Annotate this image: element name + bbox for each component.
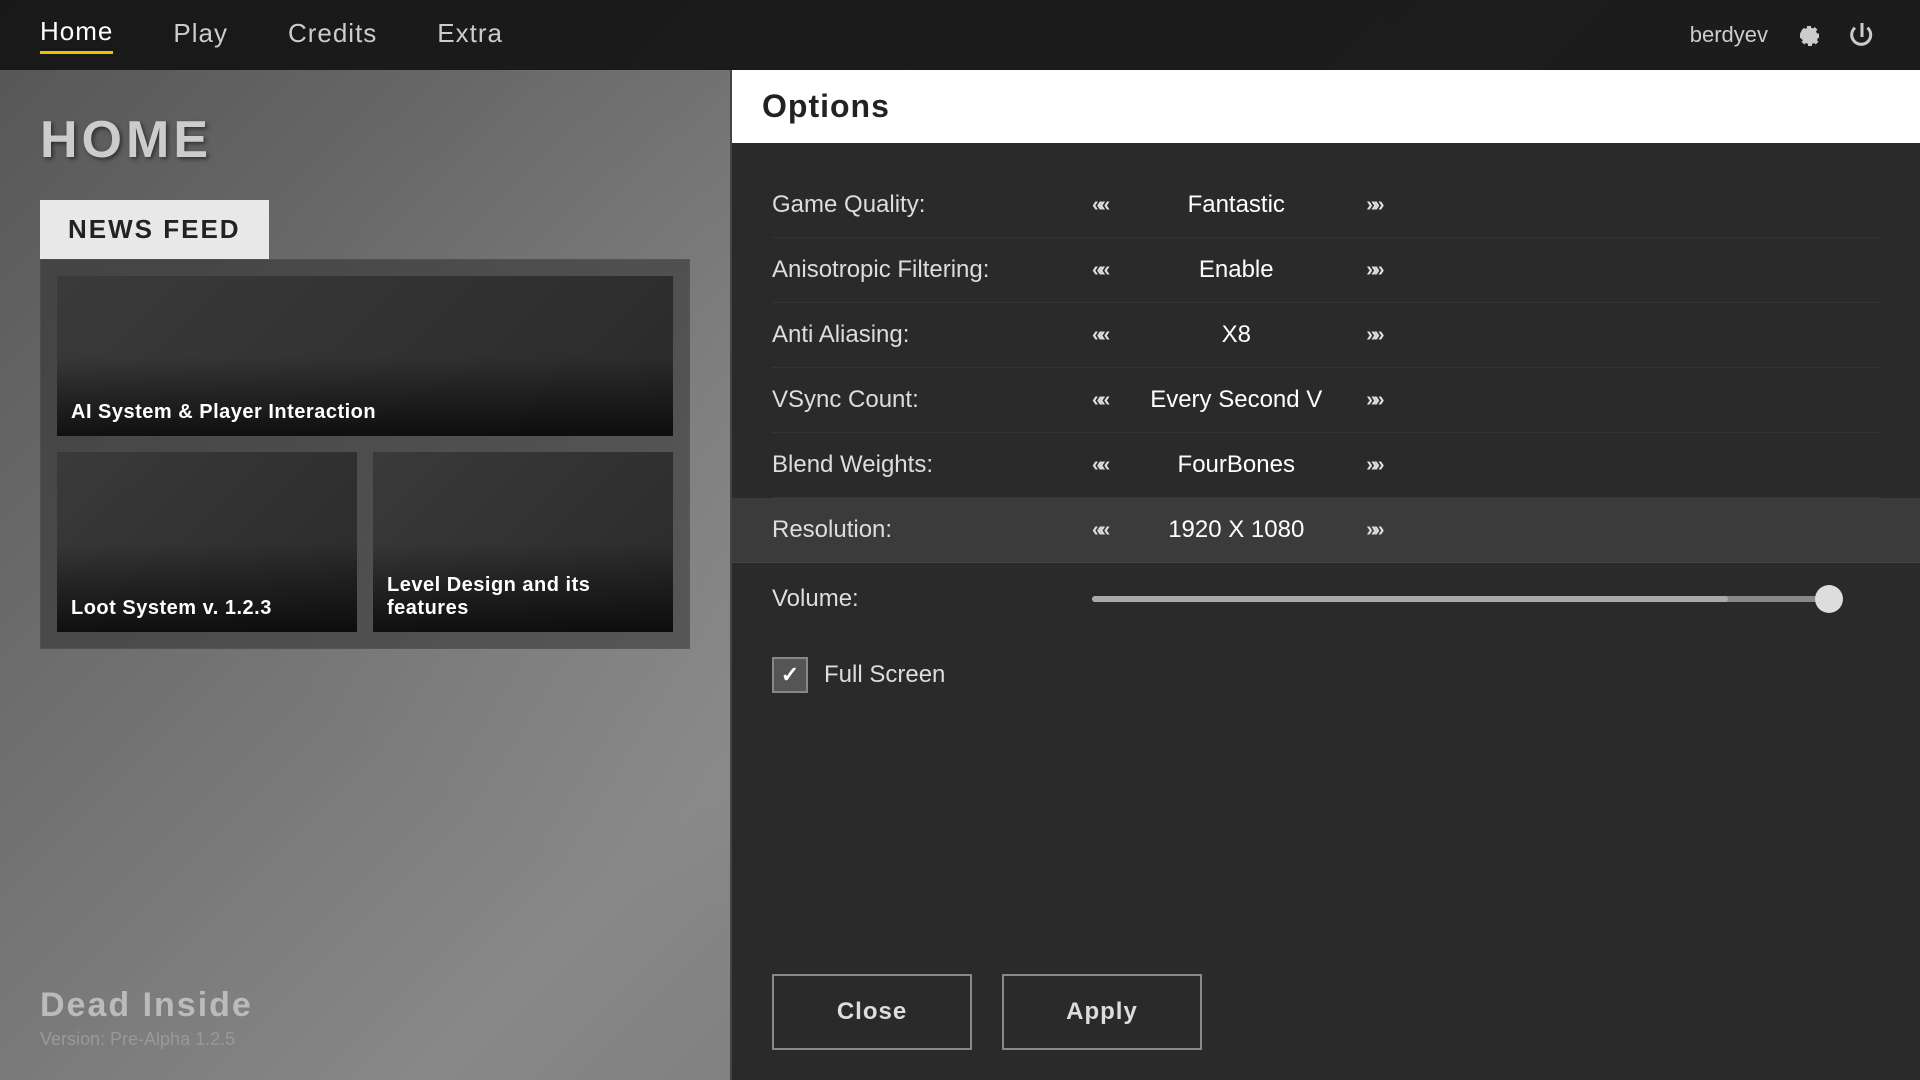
anti-alias-prev[interactable]: «« <box>1092 324 1106 347</box>
aniso-control: «« Enable »» <box>1092 256 1880 284</box>
main-content: HOME NEWS FEED AI System & Player Intera… <box>0 70 1920 1080</box>
volume-slider-container <box>1092 596 1880 602</box>
game-title: Dead Inside <box>40 986 253 1025</box>
option-volume: Volume: <box>772 563 1880 635</box>
aniso-value: Enable <box>1136 256 1336 284</box>
news-feed-container: AI System & Player Interaction Loot Syst… <box>40 259 690 649</box>
news-item-large[interactable]: AI System & Player Interaction <box>57 276 673 436</box>
blend-weights-label: Blend Weights: <box>772 451 1092 479</box>
blend-weights-control: «« FourBones »» <box>1092 451 1880 479</box>
blend-weights-next[interactable]: »» <box>1366 454 1380 477</box>
settings-icon[interactable] <box>1788 17 1824 53</box>
fullscreen-checkbox[interactable]: ✓ <box>772 657 808 693</box>
left-panel: HOME NEWS FEED AI System & Player Intera… <box>0 70 730 1080</box>
nav-item-play[interactable]: Play <box>173 18 228 53</box>
game-quality-next[interactable]: »» <box>1366 194 1380 217</box>
nav-items: Home Play Credits Extra <box>40 16 1690 54</box>
game-quality-value: Fantastic <box>1136 191 1336 219</box>
anti-alias-next[interactable]: »» <box>1366 324 1380 347</box>
navbar: Home Play Credits Extra berdyev <box>0 0 1920 70</box>
options-panel: Options Game Quality: «« Fantastic »» An… <box>730 70 1920 1080</box>
fullscreen-label: Full Screen <box>824 661 945 689</box>
resolution-control: «« 1920 X 1080 »» <box>1092 516 1880 544</box>
anti-alias-value: X8 <box>1136 321 1336 349</box>
resolution-prev[interactable]: «« <box>1092 519 1106 542</box>
news-item-small-1[interactable]: Loot System v. 1.2.3 <box>57 452 357 632</box>
news-small-2-title: Level Design and its features <box>387 574 673 620</box>
game-quality-prev[interactable]: «« <box>1092 194 1106 217</box>
game-quality-control: «« Fantastic »» <box>1092 191 1880 219</box>
anti-alias-label: Anti Aliasing: <box>772 321 1092 349</box>
checkmark-icon: ✓ <box>781 662 799 688</box>
apply-button[interactable]: Apply <box>1002 974 1202 1050</box>
aniso-prev[interactable]: «« <box>1092 259 1106 282</box>
aniso-next[interactable]: »» <box>1366 259 1380 282</box>
anti-alias-control: «« X8 »» <box>1092 321 1880 349</box>
game-quality-label: Game Quality: <box>772 191 1092 219</box>
news-small-1-title: Loot System v. 1.2.3 <box>71 597 272 620</box>
vsync-value: Every Second V <box>1136 386 1336 414</box>
nav-right: berdyev <box>1690 17 1880 53</box>
vsync-control: «« Every Second V »» <box>1092 386 1880 414</box>
nav-item-extra[interactable]: Extra <box>437 18 503 53</box>
volume-fill <box>1092 596 1728 602</box>
resolution-next[interactable]: »» <box>1366 519 1380 542</box>
option-blend-weights: Blend Weights: «« FourBones »» <box>772 433 1880 498</box>
options-footer: Close Apply <box>732 944 1920 1080</box>
option-resolution: Resolution: «« 1920 X 1080 »» <box>732 498 1920 563</box>
vsync-next[interactable]: »» <box>1366 389 1380 412</box>
close-button[interactable]: Close <box>772 974 972 1050</box>
option-anti-alias: Anti Aliasing: «« X8 »» <box>772 303 1880 368</box>
blend-weights-value: FourBones <box>1136 451 1336 479</box>
volume-label: Volume: <box>772 585 1092 613</box>
option-fullscreen: ✓ Full Screen <box>772 635 1880 715</box>
news-feed-tab[interactable]: NEWS FEED <box>40 200 269 259</box>
options-body: Game Quality: «« Fantastic »» Anisotropi… <box>732 143 1920 944</box>
options-title: Options <box>732 70 1920 143</box>
news-row: Loot System v. 1.2.3 Level Design and it… <box>57 452 673 632</box>
volume-track[interactable] <box>1092 596 1840 602</box>
vsync-label: VSync Count: <box>772 386 1092 414</box>
resolution-label: Resolution: <box>772 516 1092 544</box>
option-aniso: Anisotropic Filtering: «« Enable »» <box>772 238 1880 303</box>
bottom-left: Dead Inside Version: Pre-Alpha 1.2.5 <box>40 986 253 1050</box>
option-vsync: VSync Count: «« Every Second V »» <box>772 368 1880 433</box>
news-item-small-2[interactable]: Level Design and its features <box>373 452 673 632</box>
aniso-label: Anisotropic Filtering: <box>772 256 1092 284</box>
home-title: HOME <box>40 110 690 170</box>
resolution-value: 1920 X 1080 <box>1136 516 1336 544</box>
vsync-prev[interactable]: «« <box>1092 389 1106 412</box>
blend-weights-prev[interactable]: «« <box>1092 454 1106 477</box>
username-label: berdyev <box>1690 22 1768 48</box>
nav-item-home[interactable]: Home <box>40 16 113 54</box>
game-version: Version: Pre-Alpha 1.2.5 <box>40 1029 253 1050</box>
power-icon[interactable] <box>1844 17 1880 53</box>
nav-item-credits[interactable]: Credits <box>288 18 377 53</box>
option-game-quality: Game Quality: «« Fantastic »» <box>772 173 1880 238</box>
news-large-title: AI System & Player Interaction <box>71 401 376 424</box>
volume-thumb[interactable] <box>1815 585 1843 613</box>
